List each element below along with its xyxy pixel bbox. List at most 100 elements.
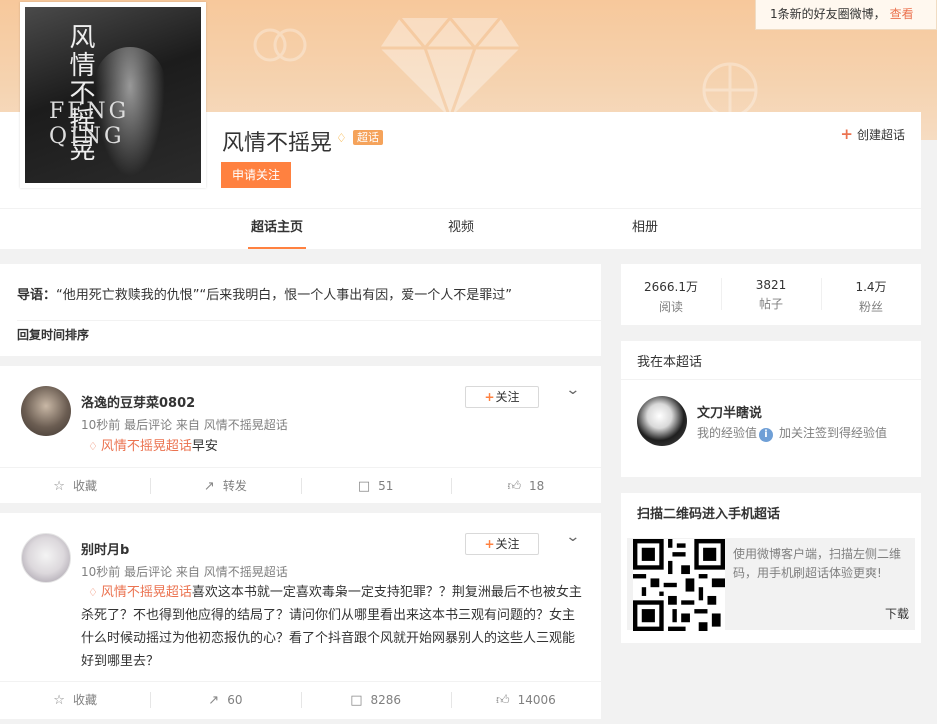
like-count: 18: [529, 479, 545, 493]
topic-tag-link[interactable]: 风情不摇晃超话: [101, 585, 192, 600]
repost-button[interactable]: ↗ 转发: [150, 468, 300, 503]
qr-code-icon: [633, 539, 725, 631]
info-icon[interactable]: i: [759, 428, 774, 442]
stat-label: 粉丝: [858, 300, 883, 314]
stat-label: 帖子: [758, 297, 783, 311]
exp-text: 加关注签到得经验值: [779, 426, 888, 440]
post-text: 早安: [191, 439, 218, 454]
comment-button[interactable]: □ 51: [300, 468, 451, 503]
super-topic-tag-icon: ♢: [88, 440, 98, 453]
comment-button[interactable]: □ 8286: [300, 682, 451, 717]
divider: [621, 379, 921, 380]
post-username[interactable]: 别时月b: [81, 539, 129, 558]
like-count: 14006: [517, 693, 556, 707]
exp-label: 我的经验值: [697, 426, 758, 440]
avatar[interactable]: [637, 396, 687, 446]
post-actions: ☆ 收藏 ↗ 60 □ 8286 👍︎ 14006: [0, 681, 601, 717]
super-topic-badge: ♢ 超话: [336, 129, 383, 146]
my-username[interactable]: 文刀半瞎说: [697, 402, 762, 421]
qr-box: 使用微博客户端，扫描左侧二维码，用手机刷超话体验更爽! 下载: [627, 538, 915, 631]
stat-value: 2666.1万: [644, 280, 698, 294]
divider: [17, 320, 601, 321]
plus-icon: +: [484, 537, 495, 551]
guide-intro: 导语：“他用死亡救赎我的仇恨”“后来我明白，恨一个人事出有因，爱一个人不是罪过”: [17, 284, 512, 303]
collect-label: 收藏: [72, 479, 97, 493]
diamond-decoration-icon: [380, 18, 520, 118]
repost-icon: ↗: [203, 479, 215, 494]
diamond-icon: ♢: [336, 130, 347, 145]
like-button[interactable]: 👍︎ 14006: [450, 682, 601, 717]
like-button[interactable]: 👍︎ 18: [450, 468, 601, 503]
create-topic-link[interactable]: + 创建超话: [840, 125, 905, 143]
post-card: 别时月b 10秒前 最后评论 来自 风情不摇晃超话 +关注 ⌄ ♢ 风情不摇晃超话…: [0, 513, 601, 719]
book-cover: 风情不摇晃 FENG QING: [25, 7, 201, 183]
stat-posts: 3821 帖子: [721, 264, 821, 325]
sort-by-reply-time[interactable]: 回复时间排序: [17, 326, 89, 343]
plus-icon: +: [484, 390, 495, 404]
repost-icon: ↗: [208, 693, 220, 708]
repost-count: 60: [227, 693, 243, 707]
stat-fans: 1.4万 粉丝: [821, 264, 921, 325]
post-meta: 10秒前 最后评论 来自 风情不摇晃超话: [81, 565, 288, 579]
friend-feed-notice: 1条新的好友圈微博， 查看: [755, 0, 937, 30]
avatar[interactable]: [21, 533, 71, 583]
card-title: 我在本超话: [637, 355, 703, 370]
chevron-down-icon[interactable]: ⌄: [565, 529, 580, 545]
post-content: ♢ 风情不摇晃超话喜欢这本书就一定喜欢毒枭一定支持犯罪？？荆复洲最后不也被女主杀死…: [81, 581, 586, 673]
qr-description: 使用微博客户端，扫描左侧二维码，用手机刷超话体验更爽!: [733, 547, 902, 580]
follow-button[interactable]: +关注: [465, 386, 539, 408]
chevron-down-icon[interactable]: ⌄: [565, 382, 580, 398]
collect-label: 收藏: [72, 693, 97, 707]
experience-info: 我的经验值 i 加关注签到得经验值: [697, 425, 907, 442]
apply-follow-button[interactable]: 申请关注: [221, 162, 291, 188]
post-actions: ☆ 收藏 ↗ 转发 □ 51 👍︎ 18: [0, 467, 601, 503]
qr-card: 扫描二维码进入手机超话 使用微博客户端，扫描左侧二维码，用手机刷超话体验更爽! …: [621, 493, 921, 643]
badge-label: 超话: [353, 130, 383, 145]
post-username[interactable]: 洛逸的豆芽菜0802: [81, 392, 195, 411]
repost-label: 转发: [222, 479, 247, 493]
tab-album[interactable]: 相册: [624, 209, 666, 249]
rings-decoration-icon: [253, 28, 307, 62]
post-meta: 10秒前 最后评论 来自 风情不摇晃超话: [81, 418, 288, 432]
follow-label: 关注: [495, 390, 520, 404]
repost-button[interactable]: ↗ 60: [150, 682, 300, 717]
stat-value: 3821: [755, 278, 787, 292]
comment-count: 8286: [370, 693, 402, 707]
thumbs-up-icon: 👍︎: [507, 479, 522, 494]
topic-stats: 2666.1万 阅读 3821 帖子 1.4万 粉丝: [621, 264, 921, 325]
topic-title: 风情不摇晃: [222, 131, 333, 156]
post-card: 洛逸的豆芽菜0802 10秒前 最后评论 来自 风情不摇晃超话 +关注 ⌄ ♢ 风…: [0, 366, 601, 503]
topic-cover-image: 风情不摇晃 FENG QING: [20, 2, 206, 188]
thumbs-up-icon: 👍︎: [495, 693, 510, 708]
tab-video[interactable]: 视频: [440, 209, 482, 249]
tab-home[interactable]: 超话主页: [248, 209, 306, 249]
super-topic-tag-icon: ♢: [88, 586, 98, 599]
topic-tabs: 超话主页 视频 相册: [0, 208, 921, 249]
comment-icon: □: [350, 693, 363, 708]
basketball-decoration-icon: [702, 62, 758, 118]
comment-icon: □: [357, 479, 371, 494]
guide-card: 导语：“他用死亡救赎我的仇恨”“后来我明白，恨一个人事出有因，爱一个人不是罪过”…: [0, 264, 601, 356]
notice-view-link[interactable]: 查看: [890, 7, 914, 21]
collect-button[interactable]: ☆ 收藏: [0, 682, 150, 717]
avatar[interactable]: [21, 386, 71, 436]
my-topic-card: 我在本超话 文刀半瞎说 我的经验值 i 加关注签到得经验值: [621, 341, 921, 477]
follow-button[interactable]: +关注: [465, 533, 539, 555]
post-content: ♢ 风情不摇晃超话早安: [88, 435, 593, 458]
stat-value: 1.4万: [855, 280, 887, 294]
follow-label: 关注: [495, 537, 520, 551]
guide-text: “他用死亡救赎我的仇恨”“后来我明白，恨一个人事出有因，爱一个人不是罪过”: [56, 288, 512, 303]
comment-count: 51: [378, 479, 394, 493]
card-title: 扫描二维码进入手机超话: [637, 507, 781, 522]
create-topic-label: 创建超话: [856, 128, 905, 142]
collect-button[interactable]: ☆ 收藏: [0, 468, 150, 503]
guide-prefix: 导语：: [17, 288, 57, 303]
cover-english-text: FENG QING: [49, 99, 130, 149]
download-link[interactable]: 下载: [885, 605, 909, 622]
star-icon: ☆: [53, 479, 65, 494]
notice-text: 1条新的好友圈微博，: [770, 7, 886, 21]
plus-icon: +: [840, 125, 853, 143]
stat-label: 阅读: [658, 300, 683, 314]
topic-tag-link[interactable]: 风情不摇晃超话: [101, 439, 192, 454]
star-icon: ☆: [53, 693, 65, 708]
